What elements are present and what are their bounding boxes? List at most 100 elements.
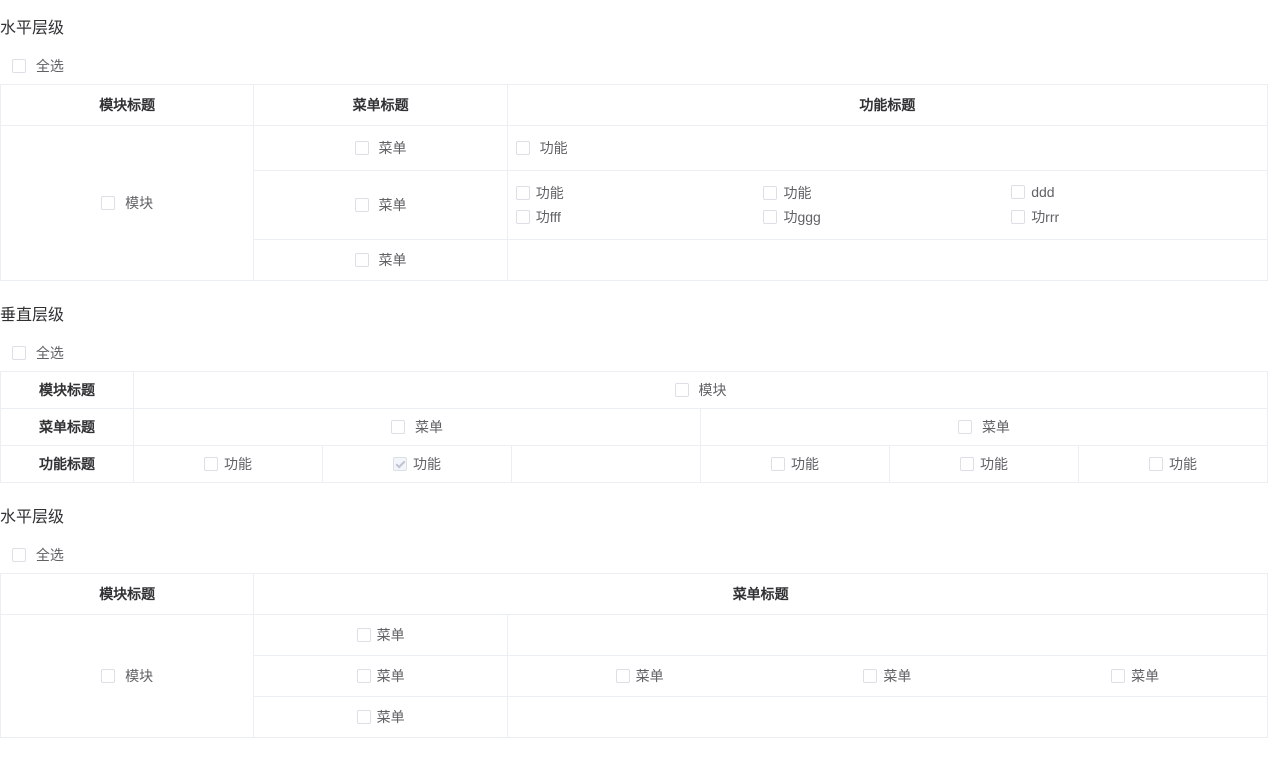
module-checkbox[interactable]: 模块 bbox=[101, 666, 153, 686]
header-module: 模块标题 bbox=[1, 372, 134, 409]
fn-label: 功rrr bbox=[1031, 207, 1059, 227]
table-row: 模块 菜单 功能 bbox=[1, 126, 1268, 171]
menu-checkbox[interactable]: 菜单 bbox=[391, 417, 443, 437]
checkbox-icon[interactable] bbox=[355, 141, 369, 155]
checkbox-icon[interactable] bbox=[355, 198, 369, 212]
fn-checkbox[interactable]: 功能 bbox=[771, 454, 819, 474]
menu-label: 菜单 bbox=[379, 138, 407, 158]
table-row: 菜单标题 菜单 菜单 bbox=[1, 409, 1268, 446]
checkbox-icon[interactable] bbox=[1011, 210, 1025, 224]
checkbox-icon[interactable] bbox=[12, 346, 26, 360]
menu-checkbox[interactable]: 菜单 bbox=[355, 195, 407, 215]
fn-checkbox[interactable]: 功能 bbox=[204, 454, 252, 474]
checkbox-icon[interactable] bbox=[960, 457, 974, 471]
fn-checkbox[interactable]: 功能 bbox=[1149, 454, 1197, 474]
checkbox-icon[interactable] bbox=[12, 59, 26, 73]
header-module: 模块标题 bbox=[1, 574, 254, 615]
fn-label: 功能 bbox=[540, 138, 568, 158]
checkbox-icon[interactable] bbox=[12, 548, 26, 562]
menu-label: 菜单 bbox=[377, 707, 405, 727]
module-label: 模块 bbox=[698, 380, 726, 400]
checkbox-icon[interactable] bbox=[771, 457, 785, 471]
fn-label: 功fff bbox=[536, 207, 561, 227]
section2-title: 垂直层级 bbox=[0, 301, 1268, 325]
menu-checkbox[interactable]: 菜单 bbox=[355, 138, 407, 158]
fn-checkbox[interactable]: 功能 bbox=[763, 181, 1011, 205]
header-menu: 菜单标题 bbox=[254, 85, 507, 126]
section3-select-all[interactable]: 全选 bbox=[12, 545, 64, 565]
menu-label: 菜单 bbox=[415, 417, 443, 437]
fn-checkbox[interactable]: 功能 bbox=[516, 181, 764, 205]
checkbox-icon[interactable] bbox=[1011, 185, 1025, 199]
fn-label: 功能 bbox=[413, 454, 441, 474]
fn-checkbox[interactable]: 功fff bbox=[516, 205, 764, 229]
checkbox-icon[interactable] bbox=[616, 669, 630, 683]
menu-label: 菜单 bbox=[982, 417, 1010, 437]
checkbox-checked-disabled-icon bbox=[393, 457, 407, 471]
select-all-label: 全选 bbox=[36, 343, 64, 363]
fn-checkbox[interactable]: 功rrr bbox=[1011, 205, 1259, 229]
module-label: 模块 bbox=[125, 666, 153, 686]
checkbox-icon[interactable] bbox=[101, 196, 115, 210]
section1-table: 模块标题 菜单标题 功能标题 模块 菜单 bbox=[0, 84, 1268, 281]
menu-checkbox[interactable]: 菜单 bbox=[516, 666, 764, 686]
table-row: 功能标题 功能 功能 功能 功能 功能 bbox=[1, 446, 1268, 483]
checkbox-icon[interactable] bbox=[355, 253, 369, 267]
checkbox-icon[interactable] bbox=[357, 628, 371, 642]
fn-checkbox[interactable]: 功能 bbox=[960, 454, 1008, 474]
checkbox-icon[interactable] bbox=[763, 210, 777, 224]
checkbox-icon[interactable] bbox=[1111, 669, 1125, 683]
checkbox-icon[interactable] bbox=[516, 186, 530, 200]
module-checkbox[interactable]: 模块 bbox=[101, 193, 153, 213]
fn-checkbox-disabled: 功能 bbox=[393, 454, 441, 474]
checkbox-icon[interactable] bbox=[204, 457, 218, 471]
checkbox-icon[interactable] bbox=[763, 186, 777, 200]
checkbox-icon[interactable] bbox=[357, 669, 371, 683]
module-label: 模块 bbox=[125, 193, 153, 213]
fn-checkbox[interactable]: ddd bbox=[1011, 181, 1259, 205]
checkbox-icon[interactable] bbox=[863, 669, 877, 683]
checkbox-icon[interactable] bbox=[391, 420, 405, 434]
menu-checkbox[interactable]: 菜单 bbox=[357, 666, 405, 686]
table-row: 模块标题 模块 bbox=[1, 372, 1268, 409]
fn-checkbox[interactable]: 功能 bbox=[516, 136, 764, 160]
fn-label: 功能 bbox=[536, 183, 564, 203]
checkbox-icon[interactable] bbox=[516, 141, 530, 155]
header-fn: 功能标题 bbox=[1, 446, 134, 483]
checkbox-icon[interactable] bbox=[1149, 457, 1163, 471]
menu-checkbox[interactable]: 菜单 bbox=[1011, 666, 1259, 686]
fn-label: 功能 bbox=[980, 454, 1008, 474]
section2-table: 模块标题 模块 菜单标题 菜单 菜单 bbox=[0, 371, 1268, 483]
checkbox-icon[interactable] bbox=[357, 710, 371, 724]
fn-label: 功ggg bbox=[783, 207, 820, 227]
menu-label: 菜单 bbox=[377, 625, 405, 645]
section1-select-all[interactable]: 全选 bbox=[12, 56, 64, 76]
menu-checkbox[interactable]: 菜单 bbox=[958, 417, 1010, 437]
menu-checkbox[interactable]: 菜单 bbox=[355, 250, 407, 270]
section2-select-all[interactable]: 全选 bbox=[12, 343, 64, 363]
checkbox-icon[interactable] bbox=[958, 420, 972, 434]
menu-label: 菜单 bbox=[377, 666, 405, 686]
menu-checkbox[interactable]: 菜单 bbox=[764, 666, 1012, 686]
menu-label: 菜单 bbox=[1131, 666, 1159, 686]
menu-checkbox[interactable]: 菜单 bbox=[357, 625, 405, 645]
menu-label: 菜单 bbox=[379, 195, 407, 215]
checkbox-icon[interactable] bbox=[675, 383, 689, 397]
menu-label: 菜单 bbox=[636, 666, 664, 686]
fn-label: 功能 bbox=[224, 454, 252, 474]
header-module: 模块标题 bbox=[1, 85, 254, 126]
section3-table: 模块标题 菜单标题 模块 菜单 菜单 bbox=[0, 573, 1268, 738]
fn-label: ddd bbox=[1031, 184, 1054, 200]
select-all-label: 全选 bbox=[36, 56, 64, 76]
checkbox-icon[interactable] bbox=[101, 669, 115, 683]
table-row: 模块 菜单 bbox=[1, 615, 1268, 656]
section1-title: 水平层级 bbox=[0, 14, 1268, 38]
menu-checkbox[interactable]: 菜单 bbox=[357, 707, 405, 727]
header-menu: 菜单标题 bbox=[254, 574, 1268, 615]
fn-checkbox[interactable]: 功ggg bbox=[763, 205, 1011, 229]
section3-title: 水平层级 bbox=[0, 503, 1268, 527]
module-checkbox[interactable]: 模块 bbox=[675, 380, 727, 400]
checkbox-icon[interactable] bbox=[516, 210, 530, 224]
header-menu: 菜单标题 bbox=[1, 409, 134, 446]
fn-label: 功能 bbox=[1169, 454, 1197, 474]
